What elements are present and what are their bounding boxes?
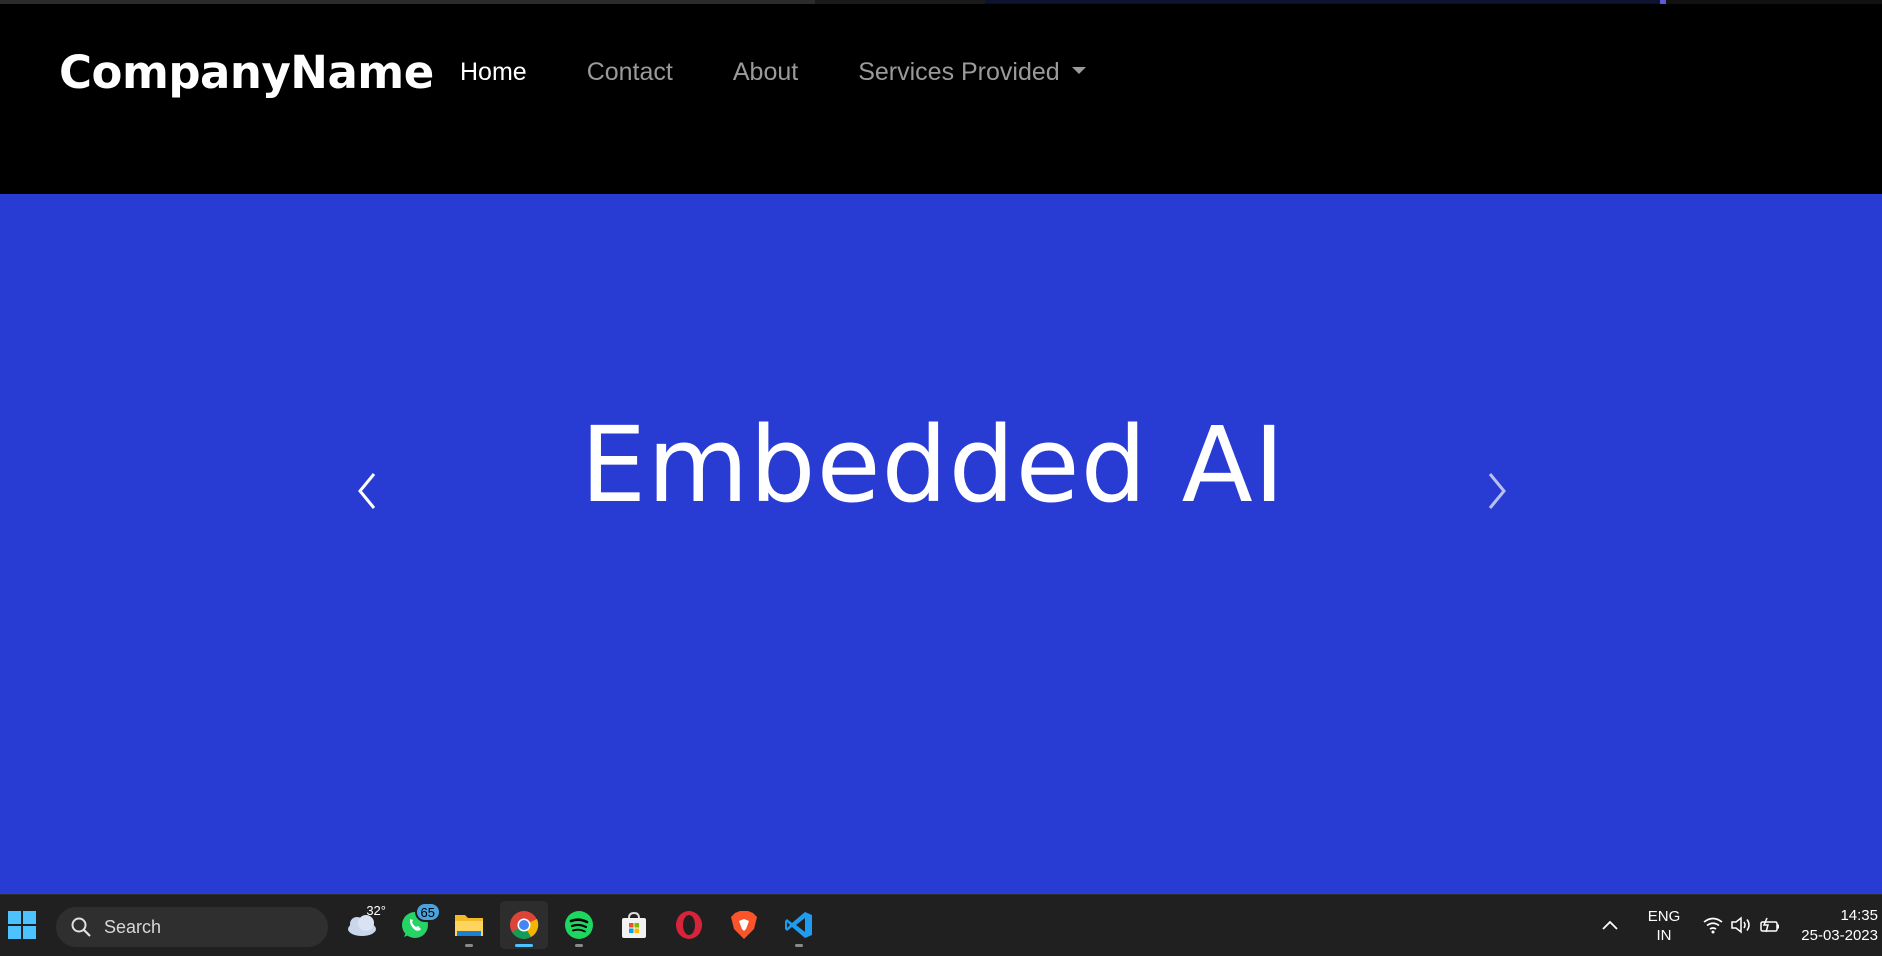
taskbar-spotify[interactable] (555, 901, 603, 949)
opera-icon (676, 911, 702, 939)
start-button[interactable] (0, 901, 46, 949)
taskbar-vscode[interactable] (775, 901, 823, 949)
language-indicator[interactable]: ENG IN (1644, 907, 1684, 945)
region-code: IN (1656, 927, 1672, 944)
battery-charging-icon (1760, 917, 1779, 933)
brave-icon (731, 911, 757, 939)
whatsapp-badge: 65 (414, 902, 441, 922)
site-navbar: CompanyName Home Contact About Services … (0, 4, 1882, 194)
chevron-up-icon (1602, 920, 1618, 930)
volume-icon (1731, 916, 1750, 934)
running-indicator (795, 944, 803, 947)
search-label: Search (104, 916, 162, 937)
store-icon (622, 911, 646, 938)
vscode-icon (785, 912, 812, 938)
taskbar-whatsapp[interactable]: 65 (391, 901, 441, 949)
nav-links: Home Contact About Services Provided (460, 58, 1146, 87)
wifi-icon (1703, 917, 1723, 934)
taskbar-file-explorer[interactable] (445, 901, 493, 949)
running-indicator (575, 944, 583, 947)
active-indicator (515, 944, 533, 947)
search-icon (71, 917, 91, 937)
weather-widget[interactable]: 32° (338, 901, 386, 949)
show-hidden-icons-button[interactable] (1590, 901, 1630, 949)
windows-logo-icon (8, 911, 36, 939)
language-code: ENG (1647, 908, 1681, 925)
weather-temp: 32° (366, 903, 386, 918)
nav-contact[interactable]: Contact (587, 58, 673, 87)
taskbar-brave[interactable] (720, 901, 768, 949)
chrome-icon (510, 911, 539, 939)
spotify-icon (565, 911, 593, 939)
taskbar-opera[interactable] (665, 901, 713, 949)
windows-taskbar: Search 32° 65 ENG IN 14:35 25-03-2023 (0, 894, 1882, 956)
hero-title: Embedded AI (580, 404, 1286, 526)
brand-logo[interactable]: CompanyName (59, 46, 434, 99)
taskbar-clock[interactable]: 14:35 25-03-2023 (1801, 906, 1878, 946)
nav-home[interactable]: Home (460, 58, 527, 87)
taskbar-search[interactable]: Search (56, 907, 328, 947)
caret-down-icon (1071, 66, 1086, 74)
chevron-right-icon (1488, 473, 1506, 509)
taskbar-chrome[interactable] (500, 901, 548, 949)
taskbar-store[interactable] (610, 901, 658, 949)
clock-time: 14:35 (1840, 907, 1878, 924)
clock-date: 25-03-2023 (1801, 927, 1878, 944)
hero-carousel: Embedded AI (0, 194, 1882, 894)
nav-services-dropdown[interactable]: Services Provided (858, 58, 1086, 87)
nav-services-label: Services Provided (858, 58, 1060, 86)
running-indicator (465, 944, 473, 947)
carousel-next-button[interactable] (1476, 466, 1516, 516)
quick-settings-button[interactable] (1696, 901, 1786, 949)
nav-about[interactable]: About (733, 58, 798, 87)
folder-icon (455, 915, 483, 936)
